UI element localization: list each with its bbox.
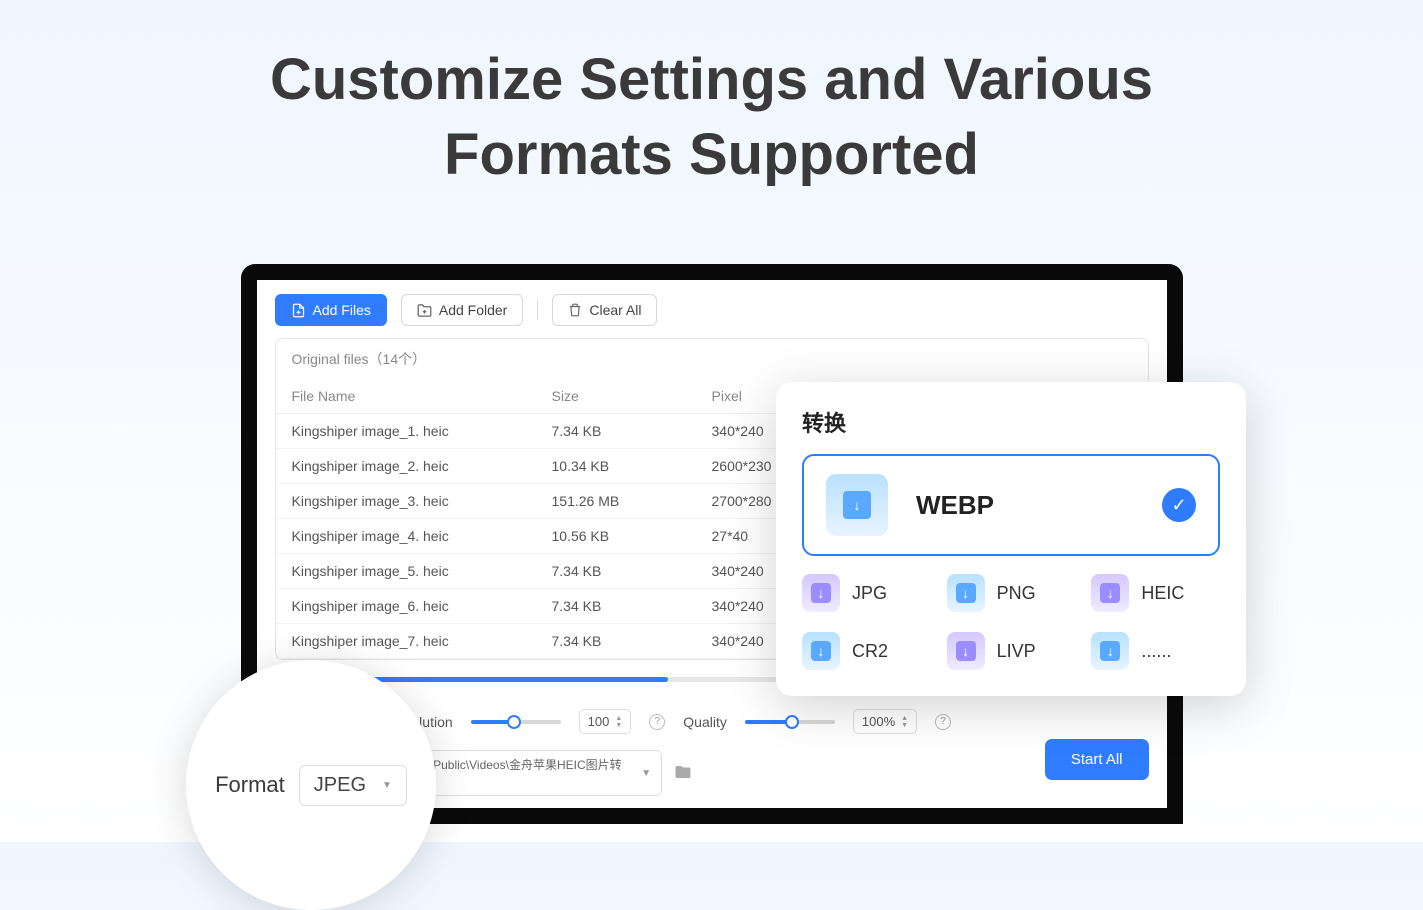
- format-option-label: PNG: [997, 583, 1036, 604]
- format-file-icon: [802, 574, 840, 612]
- format-option-label: JPG: [852, 583, 887, 604]
- add-folder-label: Add Folder: [439, 302, 507, 318]
- start-all-button[interactable]: Start All: [1045, 739, 1149, 780]
- check-icon: ✓: [1162, 488, 1196, 522]
- format-option[interactable]: ......: [1091, 632, 1220, 670]
- add-files-button[interactable]: Add Files: [275, 294, 387, 326]
- file-plus-icon: [291, 303, 306, 318]
- format-file-icon: [826, 474, 888, 536]
- format-popup: 转换 WEBP ✓ JPG PNG HEIC CR2 LIVP ......: [776, 382, 1246, 696]
- format-option[interactable]: LIVP: [947, 632, 1076, 670]
- format-option[interactable]: HEIC: [1091, 574, 1220, 612]
- cell-size: 7.34 KB: [552, 598, 712, 614]
- quality-slider[interactable]: [745, 720, 835, 724]
- format-option-label: ......: [1141, 641, 1171, 662]
- cell-size: 7.34 KB: [552, 633, 712, 649]
- cell-filename: Kingshiper image_6. heic: [292, 598, 552, 614]
- help-icon[interactable]: ?: [649, 714, 665, 730]
- format-file-icon: [1091, 632, 1129, 670]
- resolution-slider-thumb[interactable]: [507, 715, 521, 729]
- format-file-icon: [947, 632, 985, 670]
- help-icon[interactable]: ?: [935, 714, 951, 730]
- col-filename: File Name: [292, 388, 552, 404]
- quality-label: Quality: [683, 714, 727, 730]
- format-file-icon: [947, 574, 985, 612]
- format-options-grid: JPG PNG HEIC CR2 LIVP ......: [802, 574, 1220, 670]
- cell-filename: Kingshiper image_2. heic: [292, 458, 552, 474]
- resolution-value-input[interactable]: 100 ▲▼: [579, 709, 632, 734]
- cell-filename: Kingshiper image_7. heic: [292, 633, 552, 649]
- add-files-label: Add Files: [313, 302, 371, 318]
- cell-size: 10.56 KB: [552, 528, 712, 544]
- format-file-icon: [802, 632, 840, 670]
- cell-size: 10.34 KB: [552, 458, 712, 474]
- format-popup-title: 转换: [802, 406, 1220, 438]
- toolbar-divider: [537, 300, 538, 320]
- cell-size: 151.26 MB: [552, 493, 712, 509]
- quality-value-input[interactable]: 100% ▲▼: [853, 709, 917, 734]
- folder-icon[interactable]: [674, 763, 692, 784]
- cell-size: 7.34 KB: [552, 423, 712, 439]
- cell-filename: Kingshiper image_5. heic: [292, 563, 552, 579]
- format-select[interactable]: JPEG ▼: [299, 765, 407, 806]
- cell-size: 7.34 KB: [552, 563, 712, 579]
- format-selected-label: WEBP: [916, 490, 1134, 521]
- cell-filename: Kingshiper image_1. heic: [292, 423, 552, 439]
- folder-plus-icon: [417, 303, 432, 318]
- format-option[interactable]: CR2: [802, 632, 931, 670]
- format-option-selected[interactable]: WEBP ✓: [802, 454, 1220, 556]
- quality-slider-thumb[interactable]: [785, 715, 799, 729]
- trash-icon: [568, 303, 582, 317]
- format-option-label: CR2: [852, 641, 888, 662]
- format-file-icon: [1091, 574, 1129, 612]
- toolbar: Add Files Add Folder Clear All: [275, 294, 1149, 326]
- panel-header: Original files（14个）: [276, 339, 1148, 379]
- format-option[interactable]: JPG: [802, 574, 931, 612]
- format-option[interactable]: PNG: [947, 574, 1076, 612]
- cell-filename: Kingshiper image_3. heic: [292, 493, 552, 509]
- format-option-label: HEIC: [1141, 583, 1184, 604]
- format-option-label: LIVP: [997, 641, 1036, 662]
- add-folder-button[interactable]: Add Folder: [401, 294, 523, 326]
- resolution-slider[interactable]: [471, 720, 561, 724]
- format-label: Format: [215, 772, 285, 798]
- chevron-down-icon: ▼: [382, 780, 392, 791]
- hero-title: Customize Settings and Various Formats S…: [0, 42, 1423, 193]
- format-magnifier: Format JPEG ▼: [186, 660, 436, 910]
- clear-all-button[interactable]: Clear All: [552, 294, 657, 326]
- clear-all-label: Clear All: [589, 302, 641, 318]
- cell-filename: Kingshiper image_4. heic: [292, 528, 552, 544]
- col-size: Size: [552, 388, 712, 404]
